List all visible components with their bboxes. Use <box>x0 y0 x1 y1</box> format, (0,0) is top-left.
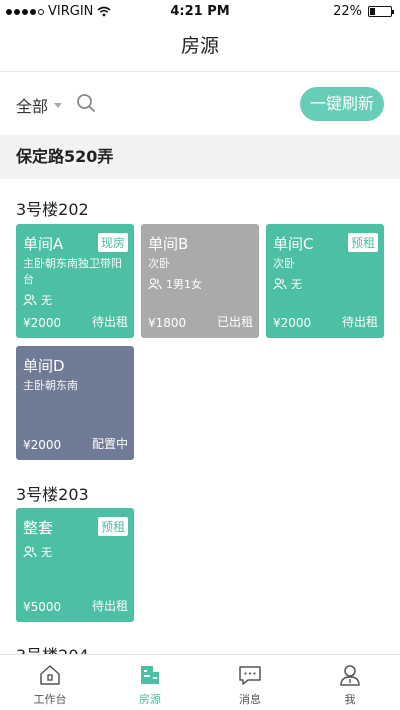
people-icon <box>23 294 37 306</box>
tab-label: 消息 <box>239 693 261 706</box>
room-tag: 预租 <box>97 517 128 536</box>
filter-bar: 全部 一键刷新 <box>0 73 400 135</box>
room-card-b[interactable]: 单间B 次卧 1男1女 ¥1800 已出租 <box>141 224 259 338</box>
room-status: 待出租 <box>91 315 128 329</box>
room-card-d[interactable]: 单间D 主卧朝东南 ¥2000 配置中 <box>16 346 134 460</box>
people-icon <box>148 278 162 290</box>
room-price: ¥5000 <box>23 600 62 614</box>
room-occupants: 无 <box>23 292 52 308</box>
room-card-c[interactable]: 单间C 预租 次卧 无 ¥2000 待出租 <box>266 224 384 338</box>
room-price: ¥2000 <box>273 316 312 330</box>
occupants-label: 无 <box>291 278 302 291</box>
tab-label: 房源 <box>139 693 161 706</box>
room-occupants: 无 <box>273 276 302 292</box>
search-icon[interactable] <box>76 93 96 113</box>
room-tag: 预租 <box>347 233 378 252</box>
room-status: 待出租 <box>91 599 128 613</box>
status-bar: VIRGIN 4:21 PM 22% <box>0 0 400 24</box>
room-occupants: 1男1女 <box>148 276 202 292</box>
tab-me[interactable]: 我 <box>300 655 400 710</box>
occupants-label: 无 <box>41 294 52 307</box>
people-icon <box>273 278 287 290</box>
building-icon <box>141 666 159 684</box>
tab-workbench[interactable]: 工作台 <box>0 655 100 710</box>
estate-header: 保定路520弄 <box>0 135 400 179</box>
tab-listings[interactable]: 房源 <box>100 655 200 710</box>
building-title: 3号楼202 <box>16 200 89 219</box>
filter-selected-label: 全部 <box>16 97 49 116</box>
room-card-whole[interactable]: 整套 预租 无 ¥5000 待出租 <box>16 508 134 622</box>
battery-percent: 22% <box>333 4 362 19</box>
refresh-all-button[interactable]: 一键刷新 <box>299 87 384 121</box>
room-desc: 主卧朝东南 <box>23 379 78 392</box>
room-status: 配置中 <box>91 437 128 451</box>
room-name: 单间B <box>148 235 189 253</box>
tab-messages[interactable]: 消息 <box>200 655 300 710</box>
occupants-label: 1男1女 <box>166 278 202 291</box>
person-icon <box>340 665 360 686</box>
room-name: 单间D <box>23 357 65 375</box>
people-icon <box>23 546 37 558</box>
occupants-label: 无 <box>41 546 52 559</box>
room-name: 单间A <box>23 235 64 253</box>
room-price: ¥2000 <box>23 438 62 452</box>
room-desc: 主卧朝东南独卫带阳台 <box>23 257 122 286</box>
room-name: 单间C <box>273 235 314 253</box>
building-title: 3号楼203 <box>16 485 89 504</box>
room-status: 已出租 <box>216 315 253 329</box>
message-icon <box>239 666 261 685</box>
room-status: 待出租 <box>341 315 378 329</box>
room-price: ¥1800 <box>148 316 187 330</box>
battery-icon <box>368 6 394 17</box>
room-name: 整套 <box>23 519 54 537</box>
room-desc: 次卧 <box>273 257 295 270</box>
room-occupants: 无 <box>23 544 52 560</box>
filter-dropdown[interactable]: 全部 <box>16 93 63 117</box>
home-icon <box>40 665 60 685</box>
room-card-a[interactable]: 单间A 现房 主卧朝东南独卫带阳台 无 ¥2000 待出租 <box>16 224 134 338</box>
page-title: 房源 <box>0 24 400 72</box>
room-tag: 现房 <box>97 233 128 252</box>
caret-down-icon <box>54 102 63 108</box>
tab-label: 工作台 <box>33 693 67 706</box>
tab-bar: 工作台 房源 消息 我 <box>0 654 400 710</box>
room-price: ¥2000 <box>23 316 62 330</box>
tab-label: 我 <box>344 693 356 706</box>
room-desc: 次卧 <box>148 257 170 270</box>
